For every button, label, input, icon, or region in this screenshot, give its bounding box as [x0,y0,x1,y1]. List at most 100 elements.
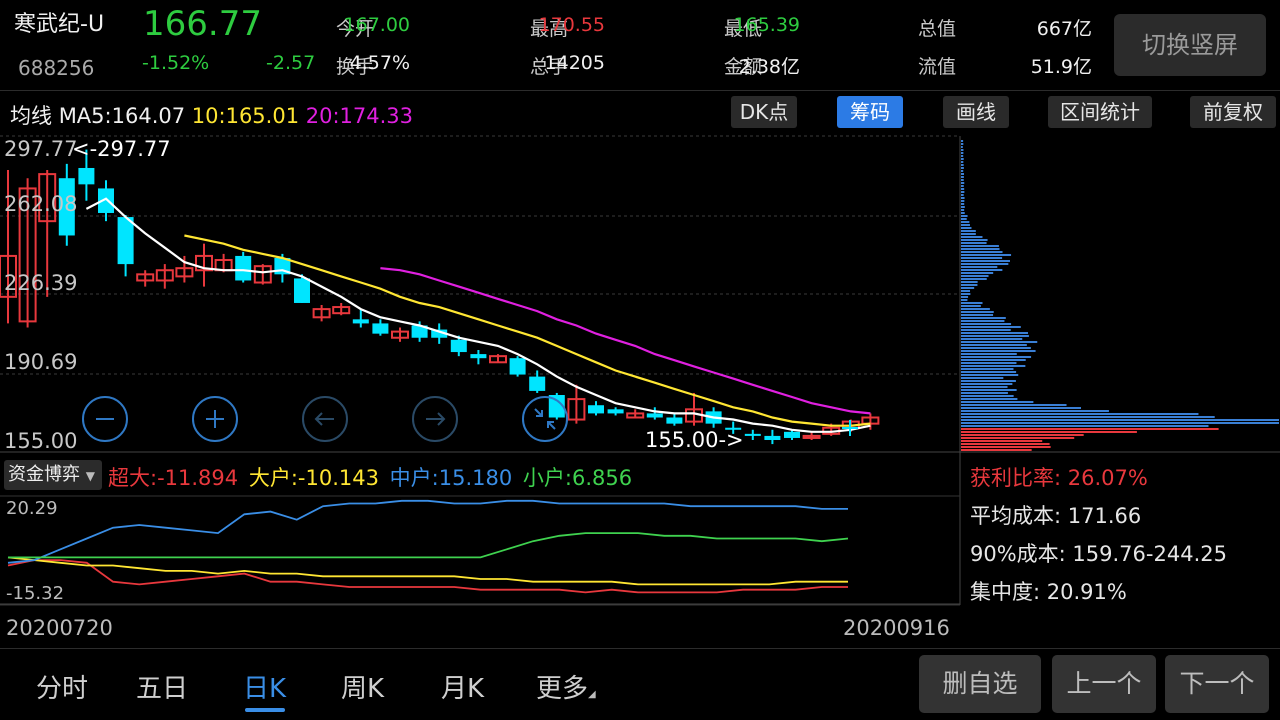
chip-bar [961,365,1026,367]
chip-bar [961,200,965,202]
chip-bar [961,374,1019,376]
chip-bar [961,371,1017,373]
chip-bar [961,314,994,316]
tab-daily-k[interactable]: 日K [243,668,286,705]
ma-line-ma5 [85,197,871,433]
chip-bar [961,395,1014,397]
chip-bar [961,236,983,238]
candle-body [78,167,95,185]
y-tick-label: 226.39 [4,271,77,295]
y-tick-label: 297.77 [4,137,77,161]
chip-bar [961,245,999,247]
kline-chart[interactable]: 297.77 262.08 226.39 190.69 155.00 <-297.77 1… [0,0,1280,720]
chip-bar [961,335,1029,337]
chip-bar [961,389,1017,391]
fund-medium: 中户:15.180 [389,466,513,490]
chip-bar [961,416,1215,418]
candles [0,149,880,445]
fullscreen-exit-icon[interactable] [522,396,568,442]
chip-bar [961,338,1023,340]
tab-five-day[interactable]: 五日 [136,668,188,705]
tab-more[interactable]: 更多◢ [536,668,596,705]
pan-right-icon[interactable] [412,396,458,442]
chip-bar [961,257,1003,259]
candle-body [744,433,761,436]
tab-intraday[interactable]: 分时 [36,668,88,705]
chip-bar [961,362,1017,364]
previous-button[interactable]: 上一个 [1052,655,1156,713]
chip-bar [961,347,1031,349]
pan-left-icon[interactable] [302,396,348,442]
chip-bar [961,215,968,217]
chip-bar [961,431,1137,433]
arrow-right-stroke [426,412,446,426]
candle-body [294,278,310,303]
chip-bar [961,260,1010,262]
zoom-out-icon[interactable] [82,396,128,442]
chip-bar [961,212,965,214]
chip-bar [961,449,1032,451]
tab-monthly-k[interactable]: 月K [441,668,484,705]
fund-axis-bottom: -15.32 [6,583,65,604]
candle-body [509,358,526,375]
next-button[interactable]: 下一个 [1165,655,1269,713]
chip-bar [961,254,1012,256]
zoom-in-icon[interactable] [192,396,238,442]
tab-weekly-k[interactable]: 周K [341,668,384,705]
chip-bar [961,194,964,196]
remove-watchlist-button[interactable]: 删自选 [919,655,1041,713]
chip-bar [961,278,987,280]
chip-bar [961,149,964,151]
chip-bar [961,350,1036,352]
candle-body [607,409,624,414]
chip-bar [961,383,1013,385]
candle-body [764,435,781,440]
chip-bar [961,302,983,304]
chip-bar [961,386,1008,388]
low-price-marker: 155.00-> [645,428,744,452]
chip-bar [961,428,1219,430]
chip-bar [961,341,1038,343]
fund-game-dropdown[interactable]: 资金博弈 ▼ [4,460,102,490]
candle-body [117,217,134,265]
candle-body [235,255,252,281]
zoom-controls [82,396,568,442]
fund-super: 超大:-11.894 [108,466,239,490]
chip-bar [961,296,969,298]
chip-bar [961,377,1004,379]
chip-bar [961,239,988,241]
chip-bar [961,443,1050,445]
chip-bar [961,266,998,268]
fund-line-中户 [7,499,848,564]
fund-legend: 超大:-11.894 大户:-10.143 中户:15.180 小户:6.856 [108,462,632,492]
chip-bar [961,170,964,172]
fund-lines [7,499,849,594]
chip-bar [961,326,1021,328]
chip-bar [961,308,990,310]
chip-bar [961,281,978,283]
chip-bar [961,446,1051,448]
candle-body [588,405,604,414]
candle-body [529,376,546,391]
caret-down-icon: ▼ [85,469,95,483]
chip-bar [961,143,964,145]
chip-bar [961,209,965,211]
chip-bar [961,146,963,148]
chip-bar [961,218,967,220]
candle-body [646,413,663,418]
profit-ratio: 获利比率: 26.07% [970,466,1148,490]
chip-bar [961,320,1005,322]
chip-bar [961,368,1014,370]
chip-bar [961,359,1026,361]
chip-bar [961,344,1027,346]
chip-bar [961,434,1084,436]
chip-bar [961,161,964,163]
chip-bar [961,152,964,154]
chip-bar [961,437,1075,439]
chip-bar [961,191,965,193]
chip-bar [961,179,964,181]
chip-bar [961,158,964,160]
candle-body [784,431,800,438]
fund-axis-top: 20.29 [6,498,58,519]
chip-bar [961,410,1109,412]
